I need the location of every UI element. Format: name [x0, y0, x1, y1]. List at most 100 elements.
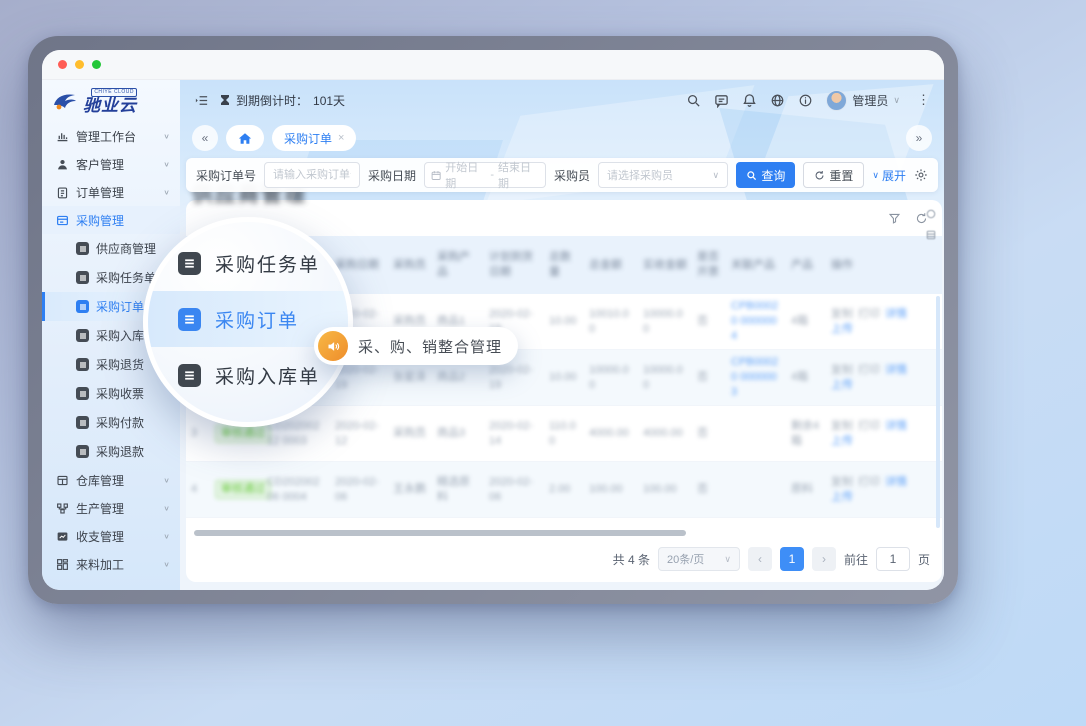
table-cell-status: 审核通过 [210, 424, 262, 443]
horizontal-scrollbar[interactable] [194, 530, 686, 536]
table-row[interactable]: 4审核通过CD20200206 00042020-02-06王永鹏精选原料202… [186, 462, 942, 518]
warehouse-icon [56, 474, 69, 487]
table-row[interactable]: 3审核通过CD20200212 00032020-02-12采购员商品32020… [186, 406, 942, 462]
tabs-scroll-right-button[interactable]: » [906, 125, 932, 151]
reset-button[interactable]: 重置 [803, 162, 864, 188]
row-action[interactable]: 复制 [831, 308, 853, 320]
row-action[interactable]: 详情 [885, 308, 907, 320]
sidebar-item-workbench[interactable]: 管理工作台 ∨ [42, 122, 180, 150]
magnified-item-label: 采购入库单 [215, 362, 320, 389]
table-cell-paid: 100.00 [638, 482, 692, 497]
search-button-label: 查询 [761, 167, 785, 184]
column-settings-icons[interactable] [926, 209, 936, 240]
row-action[interactable]: 复制 [831, 476, 853, 488]
table-cell-ops[interactable]: 复制打印详情上传 [826, 475, 918, 505]
prev-page-button[interactable]: ‹ [748, 547, 772, 571]
table-cell-ops[interactable]: 复制打印详情上传 [826, 419, 918, 449]
message-icon[interactable] [714, 93, 729, 108]
table-cell-qty: 2.00 [544, 482, 584, 497]
sidebar-item-supplier-mgmt[interactable]: 供应商管理 [42, 234, 180, 263]
row-action[interactable]: 打印 [858, 308, 880, 320]
info-icon[interactable] [798, 93, 813, 108]
row-action[interactable]: 详情 [885, 364, 907, 376]
sidebar-item-finance[interactable]: 收支管理 ∨ [42, 522, 180, 550]
table-cell-buyer: 张星泽 [388, 370, 432, 385]
column-header: 总金额 [584, 258, 638, 273]
sidebar-item-orders[interactable]: 订单管理 ∨ [42, 178, 180, 206]
tab-bar: « 采购订单 × » [180, 120, 944, 156]
row-action[interactable]: 详情 [885, 476, 907, 488]
user-menu[interactable]: 管理员 ∨ [826, 90, 900, 111]
tabs-scroll-left-button[interactable]: « [192, 125, 218, 151]
table-cell-ops[interactable]: 复制打印详情上传 [826, 363, 918, 393]
sidebar-item-warehouse[interactable]: 仓库管理 ∨ [42, 466, 180, 494]
chevron-down-icon: ∨ [163, 476, 170, 485]
sidebar-item-label: 客户管理 [76, 156, 124, 173]
column-header: 产品 [786, 258, 826, 273]
clipboard-icon [56, 186, 69, 199]
expand-link[interactable]: ∨ 展开 [872, 167, 906, 184]
countdown: 到期倒计时： 101天 [219, 92, 345, 109]
user-name: 管理员 [852, 92, 888, 109]
magnified-item-purchase-task[interactable]: 采购任务单 [148, 235, 348, 291]
vertical-scrollbar[interactable] [936, 296, 940, 528]
row-action[interactable]: 打印 [858, 476, 880, 488]
row-action[interactable]: 打印 [858, 364, 880, 376]
filter-funnel-icon[interactable] [888, 212, 901, 225]
table-cell-prod2: 4箱 [786, 314, 826, 329]
magnified-item-label: 采购订单 [215, 306, 299, 333]
row-action[interactable]: 复制 [831, 364, 853, 376]
tab-purchase-order[interactable]: 采购订单 × [272, 125, 356, 151]
more-vertical-icon[interactable]: ⋮ [917, 92, 930, 108]
table-cell-ops[interactable]: 复制打印详情上传 [826, 307, 918, 337]
bell-icon[interactable] [742, 93, 757, 108]
sidebar-item-label: 采购退货 [96, 356, 144, 373]
goto-page-input[interactable] [876, 547, 910, 571]
traffic-light-maximize[interactable] [92, 60, 101, 69]
table-cell-amount: 4000.00 [584, 426, 638, 441]
row-action[interactable]: 复制 [831, 420, 853, 432]
brand-logo: CHIYE CLOUD 驰业云 [42, 80, 180, 122]
product-link[interactable]: CPB00020 0000004 [731, 300, 778, 342]
table-cell-qty: 110.00 [544, 419, 584, 449]
gear-icon[interactable] [914, 168, 928, 182]
traffic-light-close[interactable] [58, 60, 67, 69]
sidebar-item-label: 生产管理 [76, 500, 124, 517]
grid-icon [56, 558, 69, 571]
column-header: 关联产品 [726, 258, 786, 273]
collapse-menu-icon[interactable] [194, 93, 209, 108]
next-page-button[interactable]: › [812, 547, 836, 571]
row-action[interactable]: 上传 [831, 491, 853, 503]
sidebar-item-purchase-invoice[interactable]: 采购收票 [42, 379, 180, 408]
sidebar-item-purchase-payment[interactable]: 采购付款 [42, 408, 180, 437]
topbar: 到期倒计时： 101天 管理员 ∨ [180, 80, 944, 120]
current-page[interactable]: 1 [780, 547, 804, 571]
page-size-select[interactable]: 20条/页 ∨ [658, 547, 740, 571]
sidebar-item-purchase[interactable]: 采购管理 [42, 206, 180, 234]
traffic-light-minimize[interactable] [75, 60, 84, 69]
row-action[interactable]: 上传 [831, 379, 853, 391]
table-cell-status: 审核通过 [210, 480, 262, 499]
row-action[interactable]: 打印 [858, 420, 880, 432]
order-no-input[interactable] [264, 162, 360, 188]
search-icon[interactable] [686, 93, 701, 108]
row-action[interactable]: 上传 [831, 323, 853, 335]
sidebar-item-production[interactable]: 生产管理 ∨ [42, 494, 180, 522]
sidebar-item-material-processing[interactable]: 来料加工 ∨ [42, 550, 180, 578]
globe-icon[interactable] [770, 93, 785, 108]
close-icon[interactable]: × [338, 132, 344, 144]
sidebar-item-customers[interactable]: 客户管理 ∨ [42, 150, 180, 178]
table-cell-buyer: 王永鹏 [388, 482, 432, 497]
table-cell-order_no: CD20200206 0004 [262, 475, 330, 505]
search-button[interactable]: 查询 [736, 162, 795, 188]
table-cell-invoice: 否 [692, 314, 726, 329]
sidebar-item-purchase-refund[interactable]: 采购退款 [42, 437, 180, 466]
row-action[interactable]: 上传 [831, 435, 853, 447]
home-tab-button[interactable] [226, 125, 264, 151]
chevron-down-icon: ∨ [872, 170, 879, 181]
product-link[interactable]: CPB00020 0000003 [731, 356, 778, 398]
buyer-select[interactable]: 请选择采购员 ∨ [598, 162, 728, 188]
chevron-down-icon: ∨ [712, 170, 719, 181]
row-action[interactable]: 详情 [885, 420, 907, 432]
date-range-input[interactable]: 开始日期 - 结束日期 [424, 162, 546, 188]
